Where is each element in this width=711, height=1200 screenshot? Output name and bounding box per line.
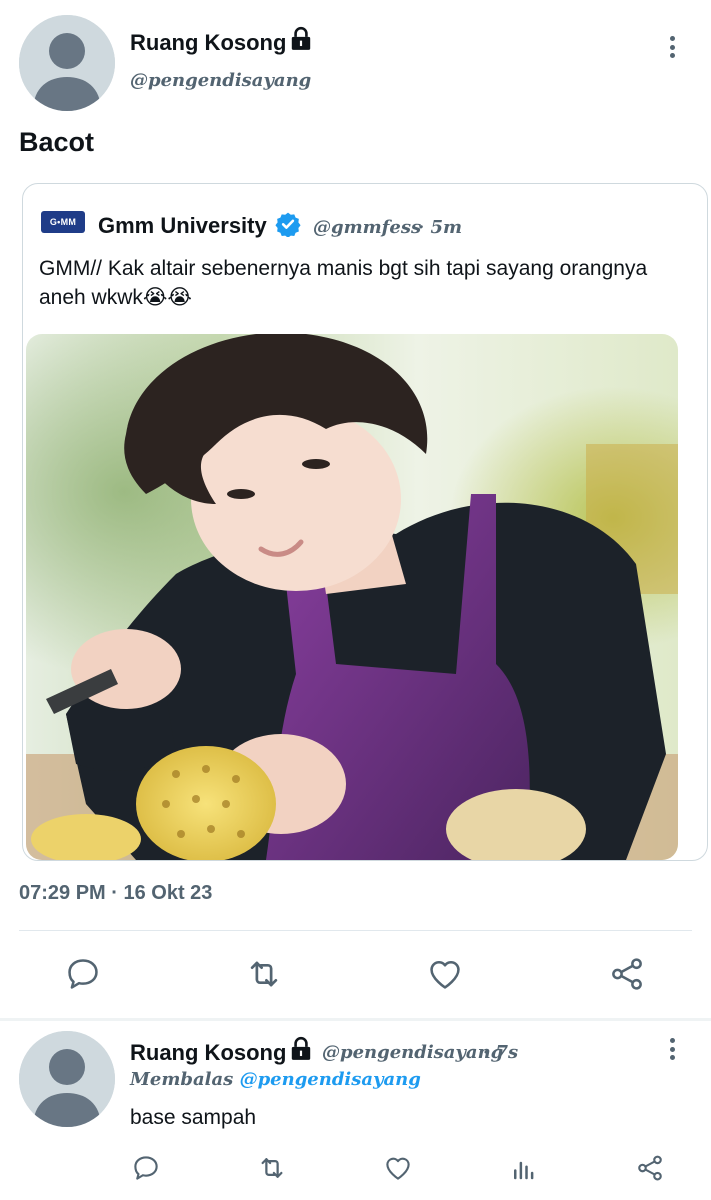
reply-icon[interactable] — [131, 1153, 161, 1183]
reply-author-name[interactable]: Ruang Kosong — [130, 1040, 286, 1066]
main-tweet-author-name[interactable]: Ruang Kosong — [130, 30, 286, 56]
lock-icon — [288, 26, 314, 52]
retweet-icon[interactable] — [257, 1153, 287, 1183]
replying-to-handle[interactable]: @pengendisayang — [240, 1069, 421, 1090]
retweet-icon[interactable] — [245, 955, 283, 993]
gmm-logo: G•MM — [41, 211, 85, 233]
section-separator — [0, 1018, 711, 1021]
reply-author-handle[interactable]: @pengendisayang — [322, 1042, 503, 1063]
divider — [19, 930, 692, 931]
main-tweet-author-handle[interactable]: @pengendisayang — [130, 70, 311, 91]
main-tweet-text: Bacot — [19, 127, 95, 157]
quoted-tweet-time: · 5m — [418, 217, 463, 238]
quoted-tweet-text: GMM// Kak altair sebenernya manis bgt si… — [39, 257, 648, 309]
reply-avatar[interactable] — [19, 1031, 115, 1127]
reply-time: · 7s — [483, 1042, 519, 1063]
reply-text: base sampah — [130, 1106, 257, 1129]
like-icon[interactable] — [426, 955, 464, 993]
main-tweet-avatar[interactable] — [19, 15, 115, 111]
reply-icon[interactable] — [64, 955, 102, 993]
verified-badge-icon — [275, 211, 301, 238]
share-icon[interactable] — [635, 1153, 665, 1183]
replying-to-label: Membalas @pengendisayang — [130, 1069, 421, 1090]
share-icon[interactable] — [608, 955, 646, 993]
quoted-tweet-card[interactable]: G•MM Gmm University @gmmfess · 5m GMM// … — [22, 183, 708, 861]
lock-icon — [288, 1036, 314, 1062]
more-icon[interactable] — [660, 32, 684, 62]
like-icon[interactable] — [383, 1153, 413, 1183]
quoted-tweet-photo[interactable] — [26, 334, 678, 860]
tweet-timestamp[interactable]: 07:29 PM · 16 Okt 23 — [19, 882, 212, 905]
views-icon[interactable] — [509, 1153, 539, 1183]
quoted-tweet-author-name[interactable]: Gmm University — [98, 213, 267, 239]
more-icon[interactable] — [660, 1034, 684, 1064]
replying-prefix: Membalas — [130, 1069, 234, 1090]
quoted-tweet-author-handle[interactable]: @gmmfess — [313, 217, 421, 238]
